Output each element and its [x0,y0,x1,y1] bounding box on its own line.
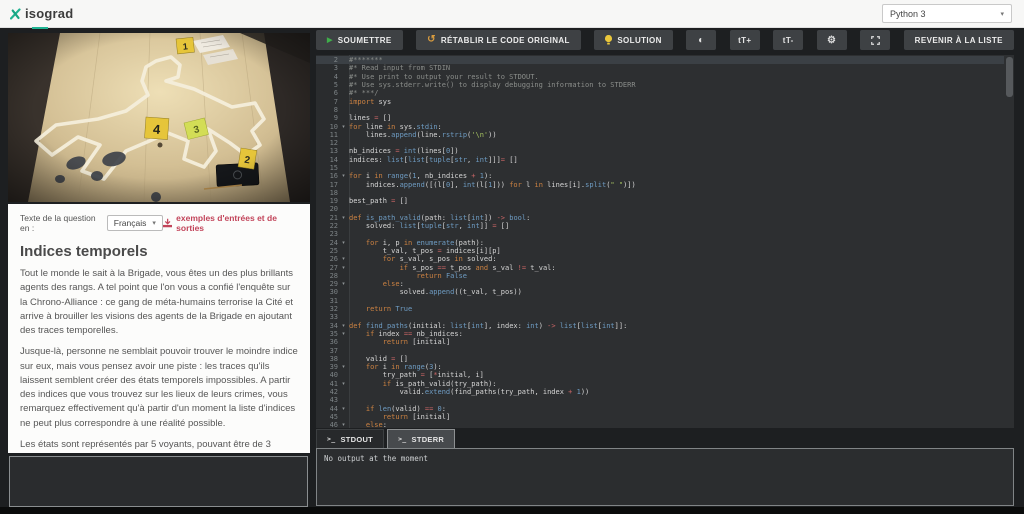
question-paragraph: Les états sont représentés par 5 voyants… [20,438,298,453]
code-line: 34▾def find_paths(initial: list[int], in… [316,322,1004,330]
code-editor[interactable]: 2#*******3#* Read input from STDIN4#* Us… [316,55,1014,428]
console-message: No output at the moment [324,454,1006,463]
question-title: Indices temporels [20,243,298,260]
font-decrease-button[interactable]: tT- [773,30,803,50]
download-icon [163,218,172,228]
code-line: 9lines = [] [316,114,1004,122]
contrast-button[interactable]: ◐ [686,30,716,50]
tab-stdout[interactable]: >_STDOUT [316,429,384,448]
code-line: 17 indices.append([(l[0], int(l[1])) for… [316,180,1004,188]
undo-icon: ↺ [427,35,436,45]
code-line: 40 try_path = [*initial, i] [316,371,1004,379]
logo-underline [32,27,48,29]
code-line: 39▾ for i in range(3): [316,363,1004,371]
solution-button[interactable]: SOLUTION [594,30,673,50]
console-tabs: >_STDOUT>_STDERR [316,429,455,448]
code-line: 22 solved: list[tuple[str, int]] = [] [316,222,1004,230]
submit-button[interactable]: ▶ SOUMETTRE [316,30,403,50]
question-paragraph: Jusque-là, personne ne semblait pouvoir … [20,345,298,431]
code-line: 44▾ if len(valid) == 0: [316,404,1004,412]
code-line: 8 [316,106,1004,114]
code-line: 20 [316,205,1004,213]
question-paragraph: Tout le monde le sait à la Brigade, vous… [20,267,298,338]
code-line: 2#******* [316,56,1004,64]
fullscreen-button[interactable] [860,30,890,50]
code-line: 43 [316,396,1004,404]
code-line: 36 return [initial] [316,338,1004,346]
code-line: 45 return [initial] [316,413,1004,421]
code-line: 25 t_val, t_pos = indices[i][p] [316,247,1004,255]
code-line: 11 lines.append(line.rstrip('\n')) [316,131,1004,139]
isograd-logo-icon [10,8,21,20]
code-line: 32 return True [316,305,1004,313]
code-line: 4#* Use print to output your result to S… [316,73,1004,81]
header: isograd Python 3 ▾ [0,0,1024,28]
tab-stderr[interactable]: >_STDERR [387,429,455,448]
code-line: 23 [316,230,1004,238]
question-panel[interactable]: Texte de la question en : Français ▾ exe… [8,204,310,453]
code-line: 31 [316,297,1004,305]
code-line: 33 [316,313,1004,321]
code-line: 18 [316,189,1004,197]
code-lines: 2#*******3#* Read input from STDIN4#* Us… [316,56,1004,428]
scrollbar-thumb[interactable] [1006,57,1013,97]
back-to-list-button[interactable]: REVENIR À LA LISTE [904,30,1014,50]
question-language-select[interactable]: Français ▾ [107,215,163,231]
code-line: 28 return False [316,272,1004,280]
code-line: 42 valid.extend(find_paths(try_path, ind… [316,388,1004,396]
fullscreen-icon [871,36,880,45]
code-line: 30 solved.append((t_val, t_pos)) [316,288,1004,296]
logo-text: isograd [25,6,73,21]
play-icon: ▶ [327,36,333,44]
code-line: 38 valid = [] [316,355,1004,363]
code-line: 13nb_indices = int(lines[0]) [316,147,1004,155]
stdin-input-area[interactable] [9,456,308,507]
editor-scrollbar [1006,57,1013,426]
crime-scene-image: 1 4 3 2 [8,33,310,202]
editor-toolbar: ▶ SOUMETTRE ↺ RÉTABLIR LE CODE ORIGINAL … [316,30,1014,50]
code-line: 27▾ if s_pos == t_pos and s_val != t_val… [316,263,1004,271]
code-line: 14indices: list[list[tuple[str, int]]]= … [316,156,1004,164]
code-line: 3#* Read input from STDIN [316,64,1004,72]
font-decrease-icon: tT- [783,36,794,45]
question-language-label: Texte de la question en : [20,213,102,233]
code-line: 46▾ else: [316,421,1004,428]
chevron-down-icon: ▾ [1000,10,1004,18]
gear-icon: ⚙ [827,35,836,46]
code-line: 35▾ if index == nb_indices: [316,330,1004,338]
code-line: 7import sys [316,97,1004,105]
examples-download-link[interactable]: exemples d'entrées et de sorties [163,213,298,233]
code-line: 19best_path = [] [316,197,1004,205]
console-output-panel: No output at the moment [316,448,1014,506]
font-increase-button[interactable]: tT+ [730,30,760,50]
code-line: 10▾for line in sys.stdin: [316,122,1004,130]
code-line: 15 [316,164,1004,172]
settings-button[interactable]: ⚙ [817,30,847,50]
terminal-icon: >_ [398,435,406,443]
font-increase-icon: tT+ [738,36,751,45]
code-line: 37 [316,346,1004,354]
code-line: 5#* Use sys.stderr.write() to display de… [316,81,1004,89]
contrast-icon: ◐ [698,35,704,46]
bottom-strip [0,507,1024,514]
terminal-icon: >_ [327,435,335,443]
code-line: 21▾def is_path_valid(path: list[int]) ->… [316,214,1004,222]
bulb-icon [605,35,612,45]
question-illustration: 1 4 3 2 [8,33,310,202]
code-line: 29▾ else: [316,280,1004,288]
runtime-language-select[interactable]: Python 3 ▾ [882,4,1012,23]
chevron-down-icon: ▾ [152,219,156,227]
code-line: 24▾ for i, p in enumerate(path): [316,239,1004,247]
code-line: 6#* ***/ [316,89,1004,97]
reset-code-button[interactable]: ↺ RÉTABLIR LE CODE ORIGINAL [416,30,581,50]
app-root: isograd Python 3 ▾ [0,0,1024,514]
question-language-value: Français [114,218,147,228]
runtime-language-value: Python 3 [890,9,926,19]
code-line: 12 [316,139,1004,147]
code-line: 26▾ for s_val, s_pos in solved: [316,255,1004,263]
isograd-logo: isograd [10,6,73,21]
code-line: 16▾for i in range(1, nb_indices + 1): [316,172,1004,180]
code-line: 41▾ if is_path_valid(try_path): [316,380,1004,388]
